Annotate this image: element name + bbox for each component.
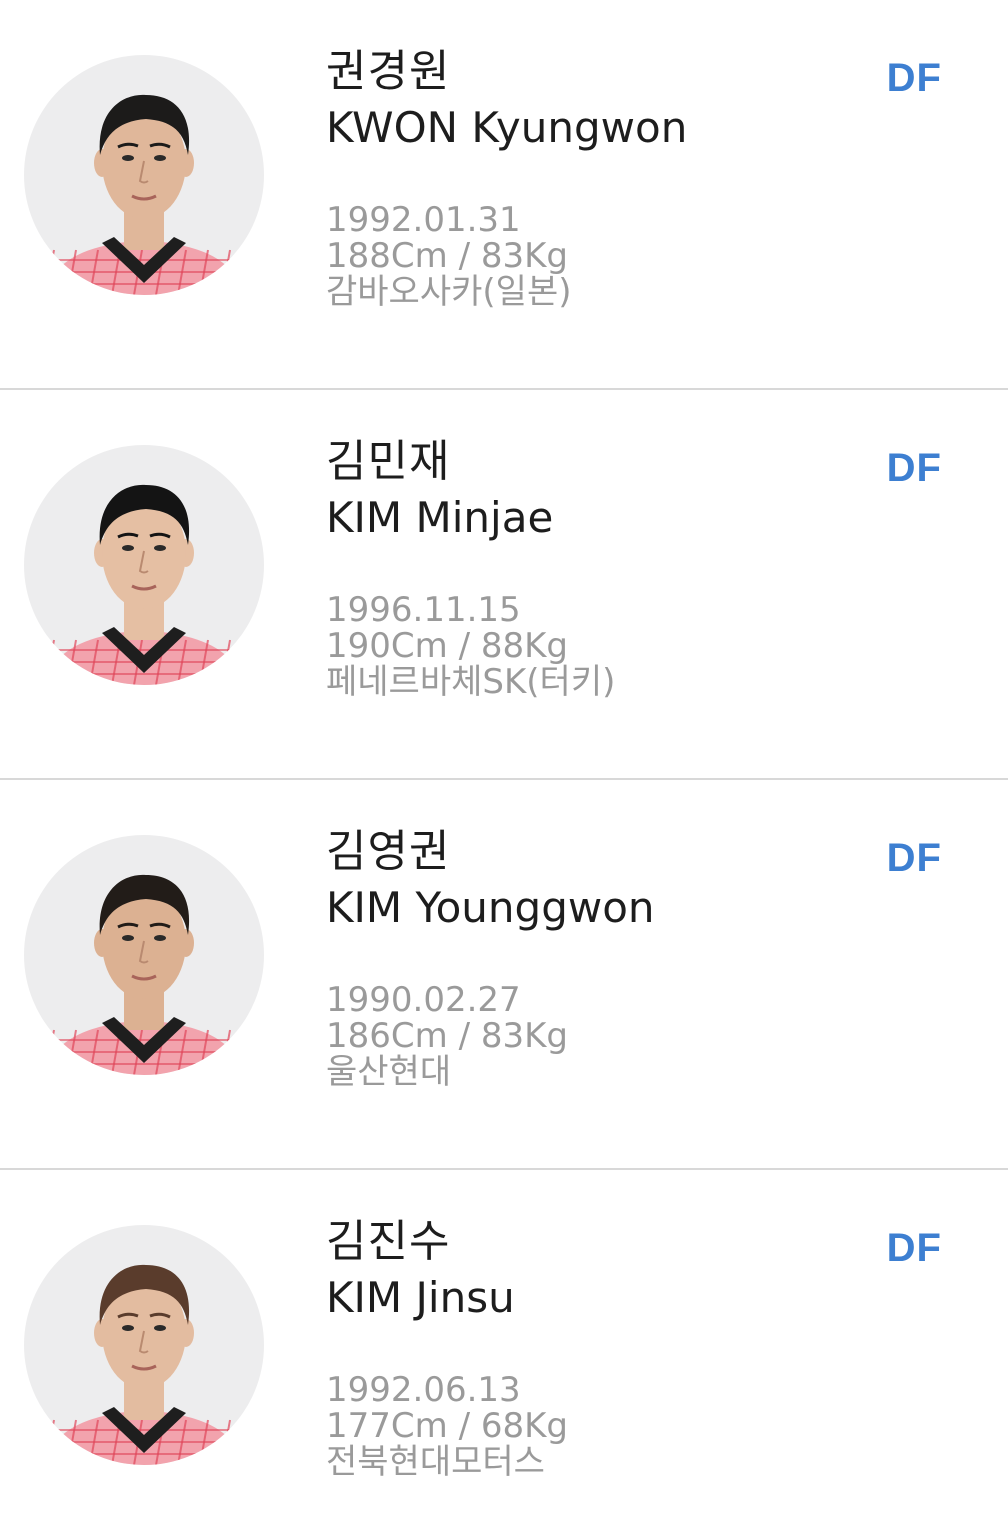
eye-shape (122, 1325, 134, 1331)
player-details: 1992.06.13 177Cm / 68Kg 전북현대모터스 (326, 1372, 866, 1480)
eye-shape (122, 155, 134, 161)
player-card[interactable]: 김영권 KIM Younggwon 1990.02.27 186Cm / 83K… (0, 780, 1008, 1170)
player-portrait-illustration (44, 484, 244, 685)
player-details: 1992.01.31 188Cm / 83Kg 감바오사카(일본) (326, 202, 866, 310)
jersey-pattern-line (221, 639, 231, 685)
player-photo (24, 835, 264, 1075)
eye-shape (154, 545, 166, 551)
player-position-badge: DF (886, 836, 942, 880)
player-birthdate: 1992.06.13 (326, 1370, 521, 1410)
player-name-english: KIM Jinsu (326, 1273, 515, 1322)
player-info: 김진수 KIM Jinsu 1992.06.13 177Cm / 68Kg 전북… (326, 1214, 866, 1480)
eye-shape (154, 1325, 166, 1331)
player-club: 울산현대 (326, 1052, 452, 1092)
eye-shape (154, 935, 166, 941)
player-club: 페네르바체SK(터키) (326, 662, 616, 702)
jersey-pattern-line (45, 1029, 55, 1075)
player-club: 전북현대모터스 (326, 1442, 545, 1482)
player-position-badge: DF (886, 446, 942, 490)
player-portrait-illustration (44, 1264, 244, 1465)
player-photo (24, 1225, 264, 1465)
jersey-pattern-line (45, 639, 55, 685)
player-info: 김민재 KIM Minjae 1996.11.15 190Cm / 88Kg 페… (326, 434, 866, 700)
player-birthdate: 1990.02.27 (326, 980, 521, 1020)
player-info: 김영권 KIM Younggwon 1990.02.27 186Cm / 83K… (326, 824, 866, 1090)
player-name-english: KWON Kyungwon (326, 103, 688, 152)
player-photo (24, 55, 264, 295)
jersey-pattern-line (221, 249, 231, 295)
player-name-korean: 권경원 (326, 46, 451, 97)
player-name-korean: 김민재 (326, 436, 451, 487)
player-position-badge: DF (886, 56, 942, 100)
player-portrait-illustration (44, 94, 244, 295)
player-portrait-illustration (44, 874, 244, 1075)
player-details: 1990.02.27 186Cm / 83Kg 울산현대 (326, 982, 866, 1090)
player-position-badge: DF (886, 1226, 942, 1270)
player-photo (24, 445, 264, 685)
jersey-pattern-line (45, 249, 55, 295)
eye-shape (154, 155, 166, 161)
player-club: 감바오사카(일본) (326, 272, 572, 312)
player-details: 1996.11.15 190Cm / 88Kg 페네르바체SK(터키) (326, 592, 866, 700)
player-birthdate: 1996.11.15 (326, 590, 521, 630)
player-name-english: KIM Minjae (326, 493, 554, 542)
jersey-pattern-line (221, 1029, 231, 1075)
player-card[interactable]: 김진수 KIM Jinsu 1992.06.13 177Cm / 68Kg 전북… (0, 1170, 1008, 1525)
player-name-korean: 김진수 (326, 1216, 451, 1267)
player-card[interactable]: 권경원 KWON Kyungwon 1992.01.31 188Cm / 83K… (0, 0, 1008, 390)
player-card[interactable]: 김민재 KIM Minjae 1996.11.15 190Cm / 88Kg 페… (0, 390, 1008, 780)
player-height-weight: 190Cm / 88Kg (326, 626, 568, 666)
player-birthdate: 1992.01.31 (326, 200, 521, 240)
player-height-weight: 186Cm / 83Kg (326, 1016, 568, 1056)
jersey-pattern-line (221, 1419, 231, 1465)
player-list: 권경원 KWON Kyungwon 1992.01.31 188Cm / 83K… (0, 0, 1008, 1525)
player-name-korean: 김영권 (326, 826, 451, 877)
eye-shape (122, 545, 134, 551)
player-height-weight: 177Cm / 68Kg (326, 1406, 568, 1446)
jersey-pattern-line (45, 1419, 55, 1465)
player-info: 권경원 KWON Kyungwon 1992.01.31 188Cm / 83K… (326, 44, 866, 310)
player-height-weight: 188Cm / 83Kg (326, 236, 568, 276)
player-name-english: KIM Younggwon (326, 883, 655, 932)
eye-shape (122, 935, 134, 941)
